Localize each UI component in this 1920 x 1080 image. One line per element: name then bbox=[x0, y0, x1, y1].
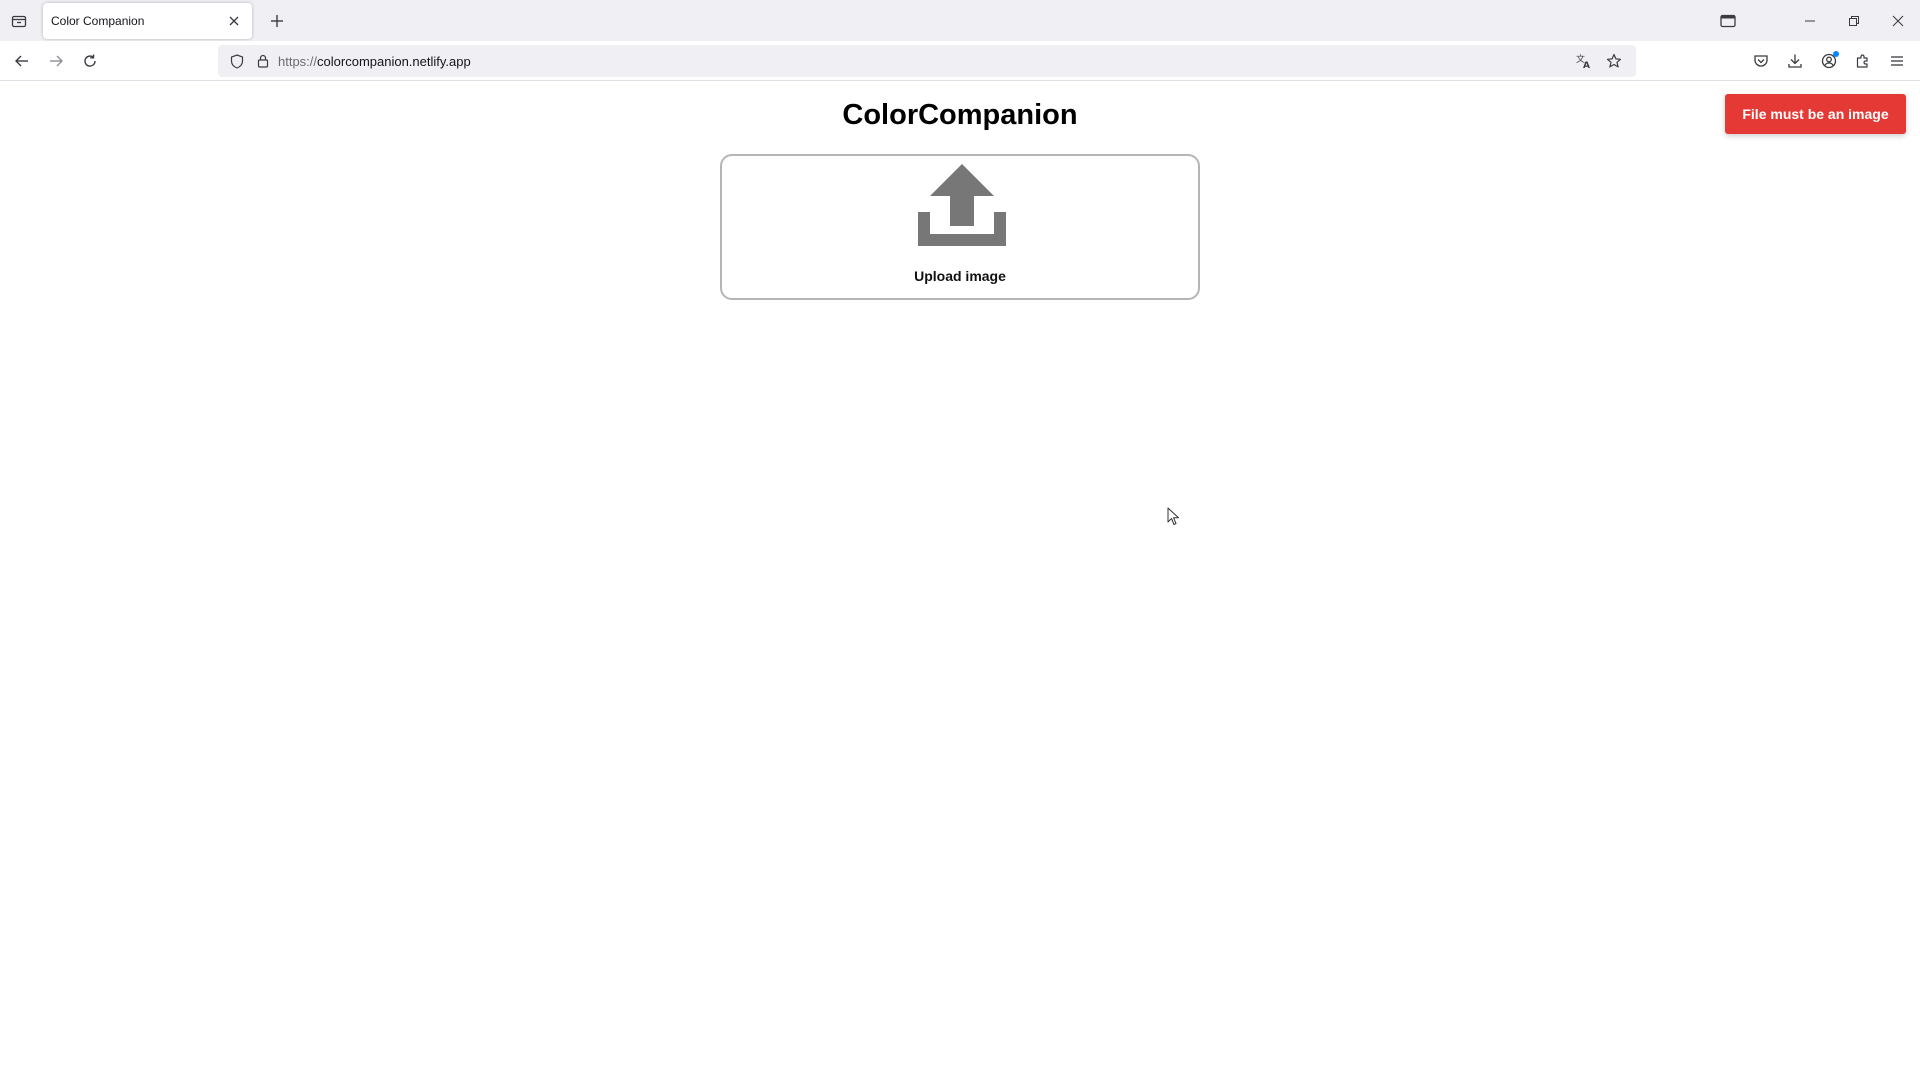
minimize-button[interactable] bbox=[1788, 0, 1832, 41]
puzzle-icon bbox=[1856, 54, 1868, 68]
upload-label: Upload image bbox=[914, 268, 1006, 284]
forward-button[interactable] bbox=[40, 45, 72, 77]
downloads-button[interactable] bbox=[1778, 45, 1812, 77]
notification-dot bbox=[1833, 51, 1839, 57]
arrow-right-icon bbox=[50, 55, 63, 66]
minimize-icon bbox=[1805, 20, 1815, 21]
restore-button[interactable] bbox=[1832, 0, 1876, 41]
site-info-button[interactable] bbox=[250, 45, 276, 77]
svg-text:A: A bbox=[1583, 61, 1590, 69]
pocket-button[interactable] bbox=[1744, 45, 1778, 77]
page-title: ColorCompanion bbox=[842, 99, 1078, 131]
firefox-view-button[interactable] bbox=[1706, 0, 1750, 41]
star-icon bbox=[1606, 53, 1622, 68]
download-icon bbox=[1788, 54, 1802, 68]
extensions-button[interactable] bbox=[1846, 45, 1880, 77]
close-window-button[interactable] bbox=[1876, 0, 1920, 41]
address-bar[interactable]: https://colorcompanion.netlify.app 文 A bbox=[218, 45, 1636, 77]
reload-button[interactable] bbox=[74, 45, 106, 77]
reload-icon bbox=[84, 54, 96, 67]
account-button[interactable] bbox=[1812, 45, 1846, 77]
tab-bar: Color Companion bbox=[0, 0, 1920, 41]
back-button[interactable] bbox=[6, 45, 38, 77]
close-tab-button[interactable] bbox=[224, 11, 244, 31]
tracking-protection-button[interactable] bbox=[224, 45, 250, 77]
close-icon bbox=[229, 16, 239, 26]
new-tab-button[interactable] bbox=[262, 6, 292, 36]
address-bar-actions: 文 A bbox=[1570, 45, 1628, 77]
navigation-toolbar: https://colorcompanion.netlify.app 文 A bbox=[0, 41, 1920, 81]
url-host: colorcompanion.netlify.app bbox=[317, 53, 471, 69]
window-controls bbox=[1706, 0, 1920, 41]
pocket-icon bbox=[1754, 55, 1768, 67]
plus-icon bbox=[271, 15, 283, 27]
restore-icon bbox=[1849, 15, 1859, 26]
url-protocol: https:// bbox=[278, 53, 318, 69]
shield-icon bbox=[230, 53, 244, 69]
translate-icon: 文 A bbox=[1576, 53, 1590, 69]
mouse-cursor-icon bbox=[1167, 507, 1179, 525]
toolbar-actions bbox=[1744, 45, 1914, 77]
arrow-left-icon bbox=[15, 55, 28, 66]
upload-icon bbox=[918, 164, 1006, 246]
translate-button[interactable]: 文 A bbox=[1570, 45, 1598, 77]
close-icon bbox=[1892, 15, 1904, 26]
window-icon bbox=[1720, 14, 1736, 27]
page-content: ColorCompanion Upload image File must be… bbox=[0, 81, 1920, 1080]
error-toast[interactable]: File must be an image bbox=[1725, 94, 1906, 134]
tab-list-icon bbox=[11, 15, 27, 27]
app-menu-button[interactable] bbox=[1880, 45, 1914, 77]
list-all-tabs-button[interactable] bbox=[1, 3, 37, 39]
url-text[interactable]: https://colorcompanion.netlify.app bbox=[278, 54, 471, 69]
bookmark-button[interactable] bbox=[1600, 45, 1628, 77]
hamburger-menu-icon bbox=[1891, 56, 1903, 66]
upload-dropzone[interactable]: Upload image bbox=[720, 154, 1200, 300]
browser-tab[interactable]: Color Companion bbox=[43, 3, 252, 39]
tab-title: Color Companion bbox=[51, 14, 145, 28]
lock-icon bbox=[257, 54, 269, 68]
